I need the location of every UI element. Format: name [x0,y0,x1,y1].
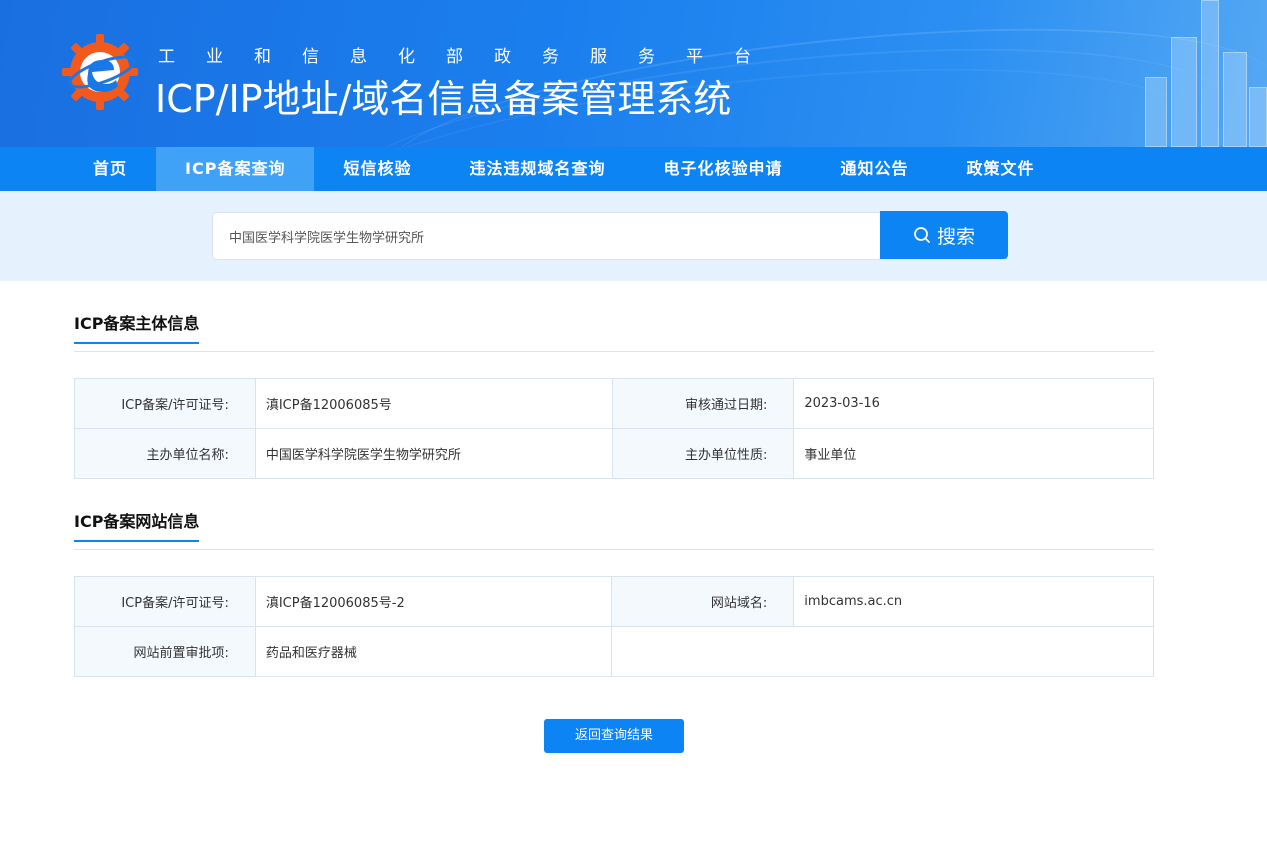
nav-icp-query[interactable]: ICP备案查询 [156,147,315,191]
org-type-value: 事业单位 [793,428,1154,479]
nav-policy-documents[interactable]: 政策文件 [938,147,1064,191]
search-input[interactable] [212,212,880,260]
table-row: ICP备案/许可证号: 滇ICP备12006085号-2 网站域名: imbca… [74,576,1154,627]
domain-label: 网站域名: [611,576,795,627]
org-type-label: 主办单位性质: [611,428,795,479]
subject-info-section: ICP备案主体信息 ICP备案/许可证号: 滇ICP备12006085号 审核通… [74,304,1154,479]
search-icon [914,227,930,243]
main-nav: 首页 ICP备案查询 短信核验 违法违规域名查询 电子化核验申请 通知公告 政策… [0,147,1267,191]
header-subtitle: 工业和信息化部政务服务平台 [158,47,782,67]
approve-date-value: 2023-03-16 [793,378,1154,429]
nav-electronic-verify[interactable]: 电子化核验申请 [634,147,811,191]
section-title: ICP备案网站信息 [74,508,200,542]
search-button[interactable]: 搜索 [880,211,1008,259]
website-license-value: 滇ICP备12006085号-2 [254,576,613,627]
org-name-label: 主办单位名称: [74,428,256,479]
nav-sms-verify[interactable]: 短信核验 [314,147,440,191]
empty-cell [611,626,1154,677]
back-to-results-button[interactable]: 返回查询结果 [544,719,684,753]
website-license-label: ICP备案/许可证号: [74,576,256,627]
license-label: ICP备案/许可证号: [74,378,256,429]
subject-info-table: ICP备案/许可证号: 滇ICP备12006085号 审核通过日期: 2023-… [74,378,1154,479]
section-header: ICP备案主体信息 [74,304,1154,352]
license-value: 滇ICP备12006085号 [254,378,613,429]
search-bar: 搜索 [0,191,1267,281]
header-banner: 工业和信息化部政务服务平台 ICP/IP地址/域名信息备案管理系统 [0,0,1267,147]
website-info-section: ICP备案网站信息 ICP备案/许可证号: 滇ICP备12006085号-2 网… [74,502,1154,677]
nav-notices[interactable]: 通知公告 [812,147,938,191]
table-row: 网站前置审批项: 药品和医疗器械 [74,626,1154,677]
pre-approval-label: 网站前置审批项: [74,626,256,677]
search-button-label: 搜索 [936,225,975,248]
nav-home[interactable]: 首页 [64,147,156,191]
approve-date-label: 审核通过日期: [611,378,795,429]
site-logo-icon [62,34,138,110]
banner-city-decoration [1137,0,1267,147]
page-title: ICP/IP地址/域名信息备案管理系统 [155,77,732,121]
pre-approval-value: 药品和医疗器械 [254,626,613,677]
table-row: ICP备案/许可证号: 滇ICP备12006085号 审核通过日期: 2023-… [74,378,1154,429]
org-name-value: 中国医学科学院医学生物学研究所 [254,428,613,479]
section-header: ICP备案网站信息 [74,502,1154,550]
nav-illegal-domain-query[interactable]: 违法违规域名查询 [440,147,634,191]
table-row: 主办单位名称: 中国医学科学院医学生物学研究所 主办单位性质: 事业单位 [74,428,1154,479]
domain-value: imbcams.ac.cn [793,576,1154,627]
website-info-table: ICP备案/许可证号: 滇ICP备12006085号-2 网站域名: imbca… [74,576,1154,677]
section-title: ICP备案主体信息 [74,310,200,344]
